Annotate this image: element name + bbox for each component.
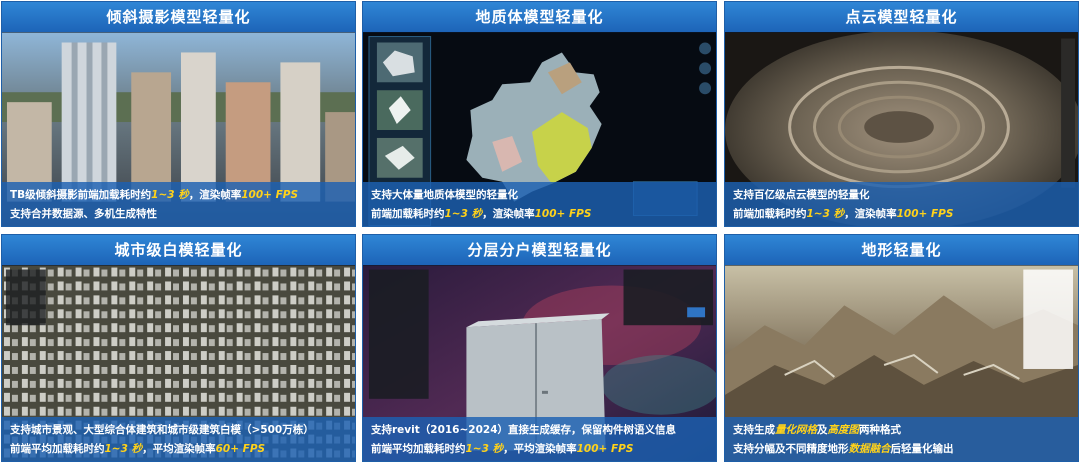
caption-line-2: 前端加载耗时约1~3 秒，渲染帧率100+ FPS	[371, 208, 592, 220]
panel-title: 分层分户模型轻量化	[363, 235, 716, 265]
caption-line-2: 前端平均加载耗时约1~3 秒，平均渲染帧率60+ FPS	[10, 443, 266, 455]
caption-line-1: 支持大体量地质体模型的轻量化	[371, 189, 518, 201]
panel-point-cloud: 点云模型轻量化 支持百亿级点云模型的轻量化 前端加载耗时约1~3 秒，渲染帧率1…	[724, 1, 1079, 227]
panel-title: 地形轻量化	[725, 235, 1078, 265]
caption-line-1: 支持百亿级点云模型的轻量化	[733, 189, 870, 201]
panel-caption: 支持生成量化网格及高度图两种格式 支持分幅及不同精度地形数据融合后轻量化输出	[725, 417, 1078, 461]
caption-line-2: 支持分幅及不同精度地形数据融合后轻量化输出	[733, 443, 954, 455]
caption-line-1: TB级倾斜摄影前端加载耗时约1~3 秒，渲染帧率100+ FPS	[10, 189, 299, 201]
caption-line-2: 前端平均加载耗时约1~3 秒，平均渲染帧率100+ FPS	[371, 443, 634, 455]
panel-title: 地质体模型轻量化	[363, 2, 716, 32]
panel-title: 城市级白模轻量化	[2, 235, 355, 265]
panel-geological-body: 地质体模型轻量化 支持大体量地质体模型的轻量化 前端加载耗时约1~3 秒，渲染帧…	[362, 1, 717, 227]
caption-line-2: 前端加载耗时约1~3 秒，渲染帧率100+ FPS	[733, 208, 954, 220]
panel-layered-household-model: 分层分户模型轻量化 支持revit（2016~2024）直接生成缓存，保留构件树…	[362, 234, 717, 462]
panel-caption: 支持城市景观、大型综合体建筑和城市级建筑白模（>500万栋） 前端平均加载耗时约…	[2, 417, 355, 461]
panel-caption: 支持revit（2016~2024）直接生成缓存，保留构件树语义信息 前端平均加…	[363, 417, 716, 461]
caption-line-1: 支持城市景观、大型综合体建筑和城市级建筑白模（>500万栋）	[10, 424, 314, 436]
panel-city-white-model: 城市级白模轻量化 支持城市景观、大型综合体建筑和城市级建筑白模（>500万栋） …	[1, 234, 356, 462]
panel-terrain: 地形轻量化 支持生成量化网格及高度图两种格式 支持分幅及不同精度地形数据融合后轻…	[724, 234, 1079, 462]
caption-line-2: 支持合并数据源、多机生成特性	[10, 208, 157, 220]
panel-oblique-photography: 倾斜摄影模型轻量化 TB级倾斜摄影前端加载耗时约1~3 秒，渲染帧率100+ F…	[1, 1, 356, 227]
panel-caption: 支持大体量地质体模型的轻量化 前端加载耗时约1~3 秒，渲染帧率100+ FPS	[363, 182, 716, 226]
panel-caption: TB级倾斜摄影前端加载耗时约1~3 秒，渲染帧率100+ FPS 支持合并数据源…	[2, 182, 355, 226]
panel-title: 点云模型轻量化	[725, 2, 1078, 32]
panel-caption: 支持百亿级点云模型的轻量化 前端加载耗时约1~3 秒，渲染帧率100+ FPS	[725, 182, 1078, 226]
caption-line-1: 支持生成量化网格及高度图两种格式	[733, 424, 901, 436]
caption-line-1: 支持revit（2016~2024）直接生成缓存，保留构件树语义信息	[371, 424, 677, 436]
panel-title: 倾斜摄影模型轻量化	[2, 2, 355, 32]
feature-grid: 倾斜摄影模型轻量化 TB级倾斜摄影前端加载耗时约1~3 秒，渲染帧率100+ F…	[0, 0, 1080, 463]
